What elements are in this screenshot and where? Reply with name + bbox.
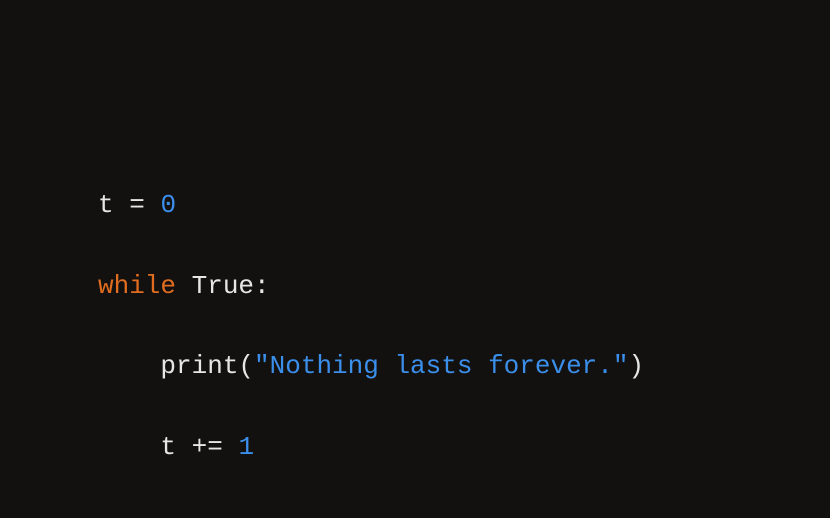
string-literal: "Nothing lasts forever." <box>254 351 628 381</box>
colon: : <box>254 271 270 301</box>
keyword-while: while <box>98 271 176 301</box>
operator-plus-assign: += <box>192 432 223 462</box>
code-line-2: while True: <box>98 266 644 306</box>
paren-close: ) <box>629 351 645 381</box>
variable-t: t <box>98 190 114 220</box>
number-literal: 1 <box>238 432 254 462</box>
code-line-1: t = 0 <box>98 185 644 225</box>
operator-assign: = <box>129 190 145 220</box>
code-line-3: print("Nothing lasts forever.") <box>98 346 644 386</box>
constant-true: True <box>192 271 254 301</box>
variable-t: t <box>160 432 176 462</box>
code-line-4: t += 1 <box>98 427 644 467</box>
paren-open: ( <box>238 351 254 381</box>
code-block: t = 0 while True: print("Nothing lasts f… <box>98 145 644 508</box>
number-literal: 0 <box>160 190 176 220</box>
function-print: print <box>160 351 238 381</box>
